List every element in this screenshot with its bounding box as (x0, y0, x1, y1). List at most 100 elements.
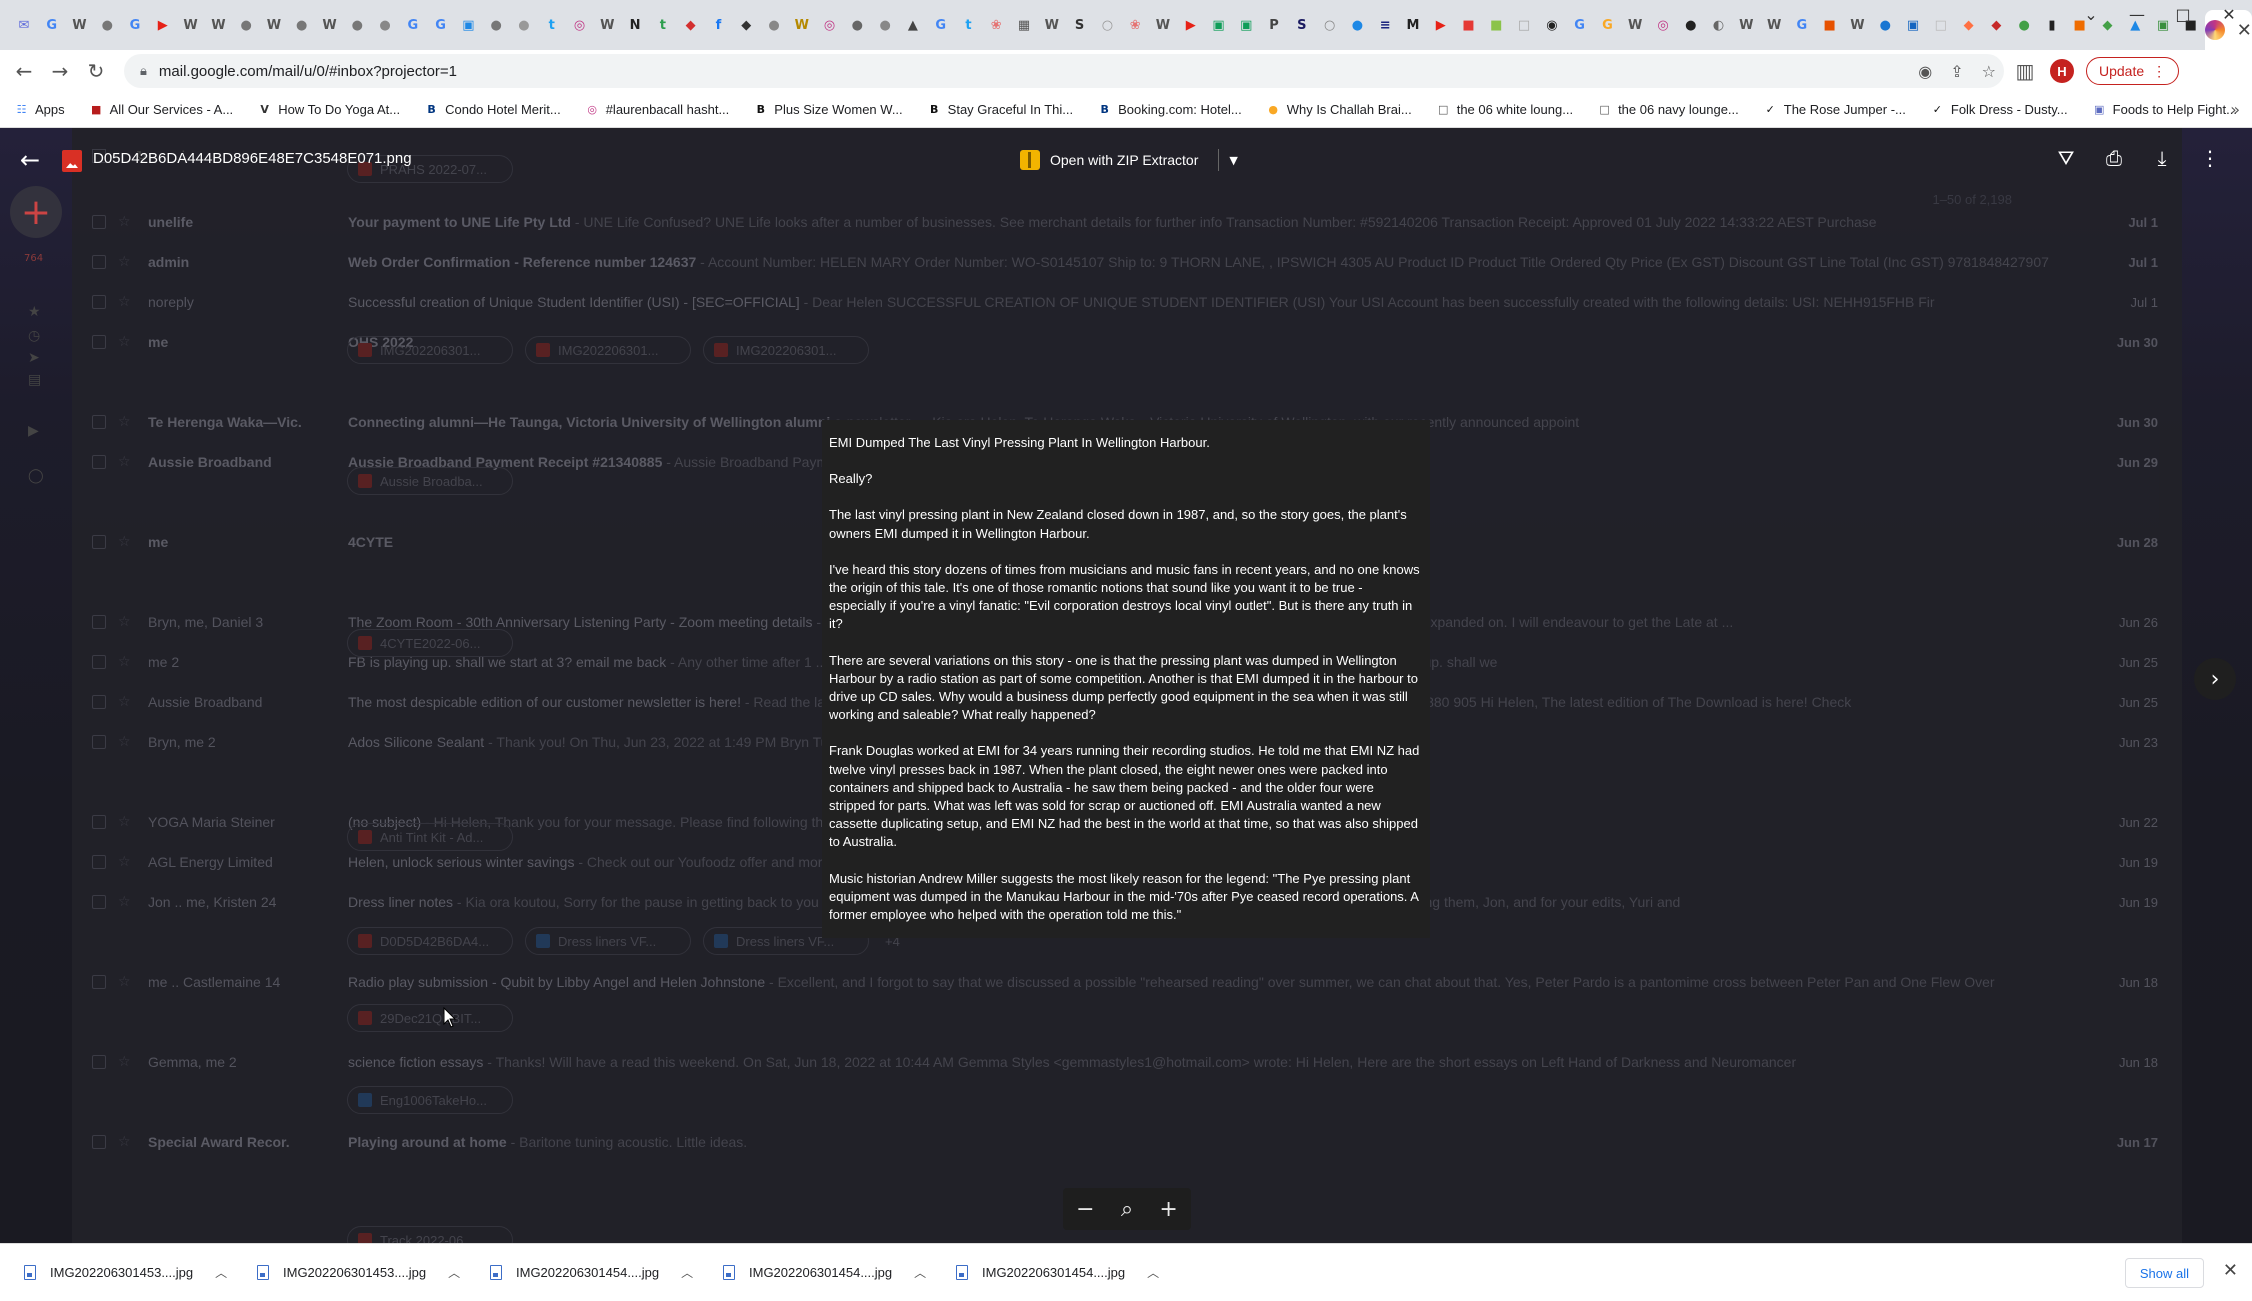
email-row[interactable]: ☆ Special Award Recor. Playing around at h… (72, 1122, 2182, 1162)
share-icon[interactable]: ⇪ (1950, 62, 1963, 81)
generic-tab-icon[interactable]: ● (1346, 14, 1369, 37)
row-checkbox[interactable] (92, 975, 106, 989)
row-checkbox[interactable] (92, 215, 106, 229)
tab-search-icon[interactable]: ⌄ (2068, 0, 2114, 30)
row-checkbox[interactable] (92, 335, 106, 349)
wikipedia-tab-icon[interactable]: W (318, 14, 341, 37)
email-row[interactable]: ☆ admin Web Order Confirmation - Reference… (72, 242, 2182, 282)
back-arrow-icon[interactable]: ← (20, 146, 40, 174)
show-all-button[interactable]: Show all (2124, 1258, 2204, 1288)
row-checkbox[interactable] (92, 815, 106, 829)
star-icon[interactable]: ☆ (118, 814, 134, 830)
close-shelf-icon[interactable]: ✕ (2223, 1260, 2238, 1281)
star-icon[interactable]: ☆ (118, 334, 134, 350)
generic-tab-icon[interactable]: S (1068, 14, 1091, 37)
next-file-button[interactable]: › (2194, 658, 2236, 700)
star-icon[interactable]: ☆ (118, 694, 134, 710)
generic-tab-icon[interactable]: ● (290, 14, 313, 37)
sent-icon[interactable]: ➤ (28, 350, 44, 366)
forward-button[interactable]: → (42, 59, 78, 83)
chevron-up-icon[interactable]: ︿ (914, 1264, 926, 1281)
generic-tab-icon[interactable]: ● (96, 14, 119, 37)
bookmark-item[interactable]: □ the 06 white loung... (1436, 102, 1573, 117)
download-item[interactable]: IMG202206301454....jpg ︿ (699, 1244, 932, 1301)
row-checkbox[interactable] (92, 895, 106, 909)
profile-avatar[interactable]: H (2050, 59, 2074, 83)
star-icon[interactable]: ☆ (118, 1054, 134, 1070)
star-icon[interactable]: ☆ (118, 254, 134, 270)
email-row[interactable]: ☆ Gemma, me 2 science fiction essays - Tha… (72, 1042, 2182, 1082)
google-tab-icon[interactable]: G (124, 14, 147, 37)
generic-tab-icon[interactable]: ▣ (1902, 14, 1925, 37)
generic-tab-icon[interactable]: ◆ (735, 14, 758, 37)
generic-tab-icon[interactable]: ■ (1485, 14, 1508, 37)
star-icon[interactable]: ☆ (118, 214, 134, 230)
generic-tab-icon[interactable]: W (790, 14, 813, 37)
bookmark-item[interactable]: B Stay Graceful In Thi... (927, 102, 1073, 117)
wikipedia-tab-icon[interactable]: W (1846, 14, 1869, 37)
chevron-up-icon[interactable]: ︿ (448, 1264, 460, 1281)
bookmark-item[interactable]: V How To Do Yoga At... (257, 102, 400, 117)
google-tab-icon[interactable]: G (929, 14, 952, 37)
generic-tab-icon[interactable]: ◆ (1985, 14, 2008, 37)
facebook-tab-icon[interactable]: f (707, 14, 730, 37)
zoom-out-button[interactable]: − (1076, 1197, 1094, 1222)
generic-tab-icon[interactable]: ● (1874, 14, 1897, 37)
generic-tab-icon[interactable]: ● (846, 14, 869, 37)
more-vertical-icon[interactable]: ⋮ (2186, 146, 2234, 170)
generic-tab-icon[interactable]: ● (1679, 14, 1702, 37)
attachment-chip[interactable]: IMG202206301... (347, 336, 513, 364)
print-icon[interactable]: ⎙ (2090, 146, 2138, 170)
attachment-chip[interactable]: 4CYTE2022-06... (347, 629, 513, 657)
bookmark-item[interactable]: B Plus Size Women W... (753, 102, 903, 117)
starred-icon[interactable]: ★ (28, 304, 44, 320)
row-checkbox[interactable] (92, 415, 106, 429)
update-button[interactable]: Update ⋮ (2086, 57, 2180, 85)
twitter-tab-icon[interactable]: t (957, 14, 980, 37)
address-bar[interactable]: 🔒︎ mail.google.com/mail/u/0/#inbox?proje… (124, 54, 2004, 88)
zoom-in-button[interactable]: + (1159, 1197, 1177, 1222)
attachment-chip[interactable]: IMG202206301... (525, 336, 691, 364)
chevron-up-icon[interactable]: ︿ (681, 1264, 693, 1281)
bookmark-item[interactable]: B Booking.com: Hotel... (1097, 102, 1241, 117)
google-tab-icon[interactable]: G (1568, 14, 1591, 37)
generic-tab-icon[interactable]: ● (512, 14, 535, 37)
star-icon[interactable]: ☆ (118, 734, 134, 750)
star-icon[interactable]: ☆ (118, 534, 134, 550)
bookmark-item[interactable]: ✓ Folk Dress - Dusty... (1930, 102, 2068, 117)
generic-tab-icon[interactable]: ● (485, 14, 508, 37)
attachment-chip[interactable]: Dress liners VF... (525, 927, 691, 955)
star-icon[interactable]: ☆ (118, 614, 134, 630)
generic-tab-icon[interactable]: G (1596, 14, 1619, 37)
attachment-chip[interactable]: IMG202206301... (703, 336, 869, 364)
download-item[interactable]: IMG202206301453....jpg ︿ (0, 1244, 233, 1301)
snoozed-icon[interactable]: ◷ (28, 328, 44, 344)
generic-tab-icon[interactable]: ◆ (1957, 14, 1980, 37)
side-panel-icon[interactable]: ▥ (2010, 59, 2040, 83)
row-checkbox[interactable] (92, 1055, 106, 1069)
tool-tab-icon[interactable]: ▣ (457, 14, 480, 37)
row-checkbox[interactable] (92, 255, 106, 269)
row-checkbox[interactable] (92, 695, 106, 709)
generic-tab-icon[interactable]: ◐ (1707, 14, 1730, 37)
youtube-tab-icon[interactable]: ▶ (151, 14, 174, 37)
generic-tab-icon[interactable]: ● (762, 14, 785, 37)
wikipedia-tab-icon[interactable]: W (68, 14, 91, 37)
row-checkbox[interactable] (92, 855, 106, 869)
email-row[interactable]: ☆ noreply Successful creation of Unique St… (72, 282, 2182, 322)
news-tab-icon[interactable]: N (624, 14, 647, 37)
bookmark-item[interactable]: ◎ #laurenbacall hasht... (585, 102, 729, 117)
back-button[interactable]: ← (6, 59, 42, 83)
wikipedia-tab-icon[interactable]: W (1735, 14, 1758, 37)
chevron-up-icon[interactable]: ︿ (215, 1264, 227, 1281)
wikipedia-tab-icon[interactable]: W (1624, 14, 1647, 37)
download-item[interactable]: IMG202206301454....jpg ︿ (932, 1244, 1165, 1301)
attachment-chip[interactable]: Anti Tint Kit - Ad... (347, 823, 513, 851)
close-window-button[interactable]: ✕ (2206, 0, 2252, 30)
green-tab-icon[interactable]: t (651, 14, 674, 37)
star-icon[interactable]: ☆ (118, 894, 134, 910)
maximize-button[interactable]: □ (2160, 0, 2206, 30)
attachment-chip[interactable]: Eng1006TakeHo... (347, 1086, 513, 1114)
hide-icon[interactable]: ◉ (1918, 62, 1932, 81)
generic-tab-icon[interactable]: ▦ (1013, 14, 1036, 37)
